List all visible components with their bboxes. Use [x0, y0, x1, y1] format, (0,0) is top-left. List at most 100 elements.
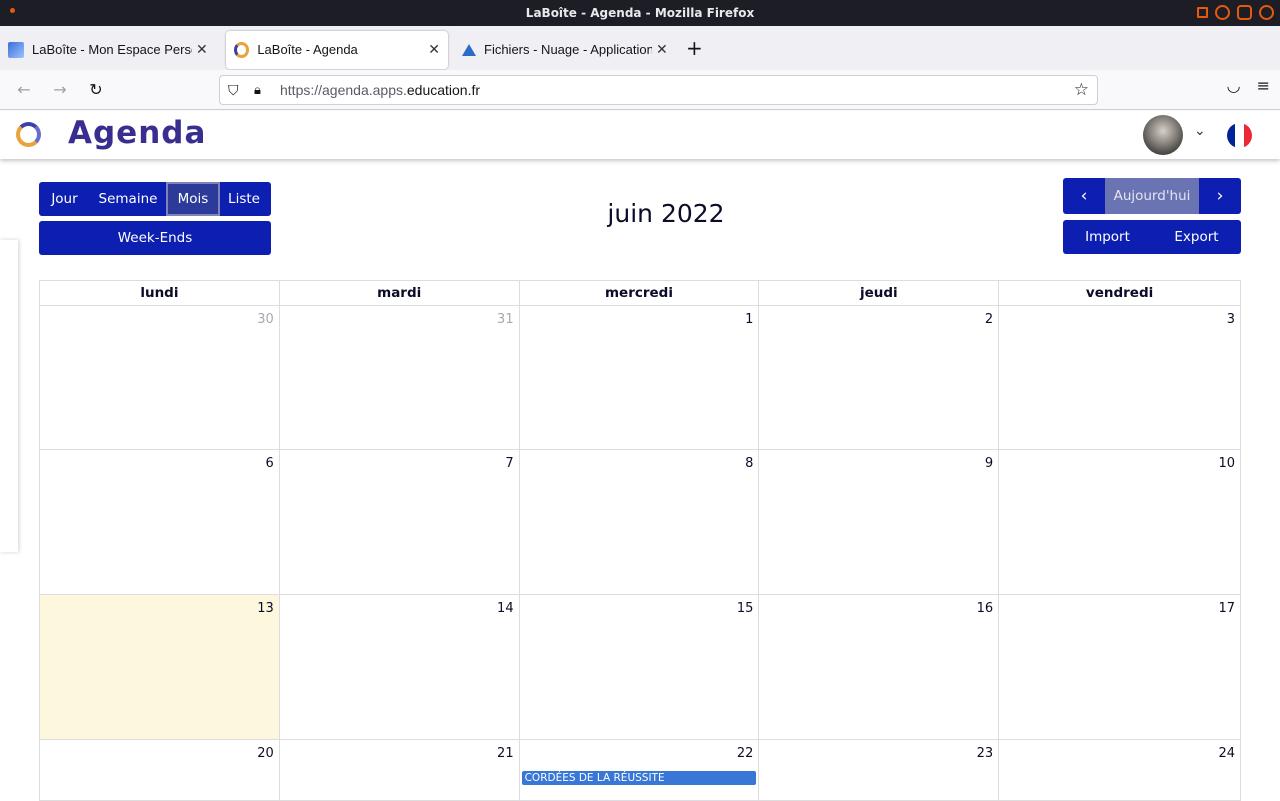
- day-number[interactable]: 15: [737, 601, 754, 616]
- maximize-icon[interactable]: [1215, 5, 1230, 20]
- calendar-day-cell[interactable]: 17: [999, 595, 1240, 739]
- new-tab-icon[interactable]: +: [686, 36, 703, 60]
- tab-label: LaBoîte - Agenda: [257, 42, 358, 57]
- close-tab-icon[interactable]: ✕: [656, 41, 668, 58]
- calendar-week: 6 7 8 9 10: [40, 450, 1240, 595]
- prev-month-button[interactable]: ‹: [1063, 178, 1105, 214]
- import-export-group: Import Export: [1063, 220, 1241, 254]
- window-menu-icon[interactable]: [10, 8, 15, 13]
- reload-icon[interactable]: ↻: [78, 74, 114, 106]
- calendar-day-cell[interactable]: 3: [999, 306, 1240, 449]
- forward-icon[interactable]: →: [42, 74, 78, 106]
- day-number[interactable]: 9: [985, 456, 993, 471]
- window-title: LaBoîte - Agenda - Mozilla Firefox: [525, 6, 755, 20]
- avatar[interactable]: [1143, 115, 1183, 155]
- close-tab-icon[interactable]: ✕: [428, 41, 440, 58]
- day-number[interactable]: 7: [505, 456, 513, 471]
- weekday-label: lundi: [40, 281, 280, 305]
- minimize-icon[interactable]: [1197, 7, 1208, 18]
- day-number[interactable]: 16: [977, 601, 994, 616]
- calendar-day-cell[interactable]: 24: [999, 740, 1240, 800]
- weekday-label: mercredi: [520, 281, 760, 305]
- url-text[interactable]: https://agenda.apps.education.fr: [280, 82, 480, 98]
- calendar-day-cell-today[interactable]: 13: [40, 595, 280, 739]
- calendar-day-cell[interactable]: 10: [999, 450, 1240, 594]
- tab-nuage[interactable]: Fichiers - Nuage - Application ✕: [454, 31, 676, 69]
- calendar-day-cell[interactable]: 15: [520, 595, 760, 739]
- view-week-button[interactable]: Semaine: [90, 182, 166, 216]
- day-number[interactable]: 23: [977, 746, 994, 761]
- export-button[interactable]: Export: [1152, 220, 1241, 254]
- calendar-day-cell[interactable]: 23: [759, 740, 1000, 800]
- chevron-down-icon[interactable]: ⌄: [1194, 123, 1206, 139]
- day-number[interactable]: 13: [257, 601, 274, 616]
- restore-icon[interactable]: [1237, 5, 1252, 20]
- calendar-day-cell[interactable]: 31: [280, 306, 520, 449]
- weekday-header: lundi mardi mercredi jeudi vendredi: [40, 281, 1240, 306]
- calendar-day-cell[interactable]: 16: [759, 595, 1000, 739]
- day-number[interactable]: 3: [1227, 312, 1235, 327]
- weekday-label: vendredi: [1085, 285, 1154, 301]
- day-number[interactable]: 20: [257, 746, 274, 761]
- calendar-day-cell[interactable]: 1: [520, 306, 760, 449]
- weekends-toggle-button[interactable]: Week-Ends: [39, 221, 271, 255]
- tab-label: LaBoîte - Mon Espace Perso: [32, 42, 192, 57]
- tab-laboite[interactable]: LaBoîte - Mon Espace Perso ✕: [0, 31, 218, 69]
- today-button[interactable]: Aujourd'hui: [1105, 178, 1199, 214]
- calendar-week: 30 31 1 2 3: [40, 306, 1240, 450]
- day-number[interactable]: 17: [1218, 601, 1235, 616]
- day-number[interactable]: 8: [745, 456, 753, 471]
- toolbar-right: ◡ ≡: [1227, 76, 1270, 95]
- day-number[interactable]: 21: [497, 746, 514, 761]
- day-number[interactable]: 14: [497, 601, 514, 616]
- calendar-day-cell[interactable]: 2: [759, 306, 1000, 449]
- calendar-week: 20 21 22 CORDÉES DE LA RÉUSSITE 23 24: [40, 740, 1240, 800]
- weekday-label: jeudi: [759, 281, 1000, 305]
- next-month-button[interactable]: ›: [1199, 178, 1241, 214]
- day-number[interactable]: 22: [737, 746, 754, 761]
- window-controls: [1197, 5, 1274, 20]
- calendar-day-cell[interactable]: 7: [280, 450, 520, 594]
- day-number[interactable]: 2: [985, 312, 993, 327]
- view-list-button[interactable]: Liste: [220, 182, 268, 216]
- calendar-day-cell[interactable]: 30: [40, 306, 280, 449]
- url-bar[interactable]: ⛉ 🔒︎ https://agenda.apps.education.fr ☆: [219, 75, 1098, 105]
- bookmark-star-icon[interactable]: ☆: [1074, 80, 1089, 100]
- calendar-day-cell[interactable]: 8: [520, 450, 760, 594]
- french-flag-icon[interactable]: [1227, 123, 1252, 148]
- agenda-logo-icon[interactable]: [16, 122, 41, 147]
- weekday-label: mardi: [280, 281, 520, 305]
- calendar-day-cell[interactable]: 14: [280, 595, 520, 739]
- calendar-day-cell[interactable]: 20: [40, 740, 280, 800]
- calendar-day-cell[interactable]: 6: [40, 450, 280, 594]
- close-tab-icon[interactable]: ✕: [196, 41, 208, 58]
- day-number[interactable]: 31: [497, 312, 514, 327]
- calendar-event[interactable]: CORDÉES DE LA RÉUSSITE: [521, 771, 757, 785]
- day-number[interactable]: 1: [745, 312, 753, 327]
- tab-label: Fichiers - Nuage - Application: [484, 42, 652, 57]
- app-name: Agenda: [68, 115, 207, 151]
- day-number[interactable]: 10: [1218, 456, 1235, 471]
- day-number[interactable]: 30: [257, 312, 274, 327]
- date-navigation: ‹ Aujourd'hui ›: [1063, 178, 1241, 214]
- view-day-button[interactable]: Jour: [39, 182, 90, 216]
- tab-agenda[interactable]: LaBoîte - Agenda ✕: [226, 30, 448, 69]
- tab-strip: LaBoîte - Mon Espace Perso ✕ LaBoîte - A…: [0, 26, 1280, 70]
- back-icon[interactable]: ←: [6, 74, 42, 106]
- calendar-day-cell[interactable]: 9: [759, 450, 1000, 594]
- day-number[interactable]: 6: [266, 456, 274, 471]
- calendar-day-cell[interactable]: 22 CORDÉES DE LA RÉUSSITE: [520, 740, 760, 800]
- calendar-day-cell[interactable]: 21: [280, 740, 520, 800]
- day-number[interactable]: 24: [1218, 746, 1235, 761]
- close-window-icon[interactable]: [1259, 5, 1274, 20]
- view-switcher: Jour Semaine Mois Liste: [39, 182, 271, 216]
- side-drawer-edge[interactable]: [0, 240, 18, 552]
- month-calendar: lundi mardi mercredi jeudi vendredi 30 3…: [39, 280, 1241, 801]
- shield-icon[interactable]: ⛉: [228, 82, 244, 98]
- lock-icon[interactable]: 🔒︎: [254, 82, 268, 98]
- view-month-button[interactable]: Mois: [166, 182, 220, 216]
- calendar-title: juin 2022: [607, 199, 725, 228]
- hamburger-menu-icon[interactable]: ≡: [1257, 76, 1270, 95]
- pocket-icon[interactable]: ◡: [1227, 76, 1241, 95]
- import-button[interactable]: Import: [1063, 220, 1152, 254]
